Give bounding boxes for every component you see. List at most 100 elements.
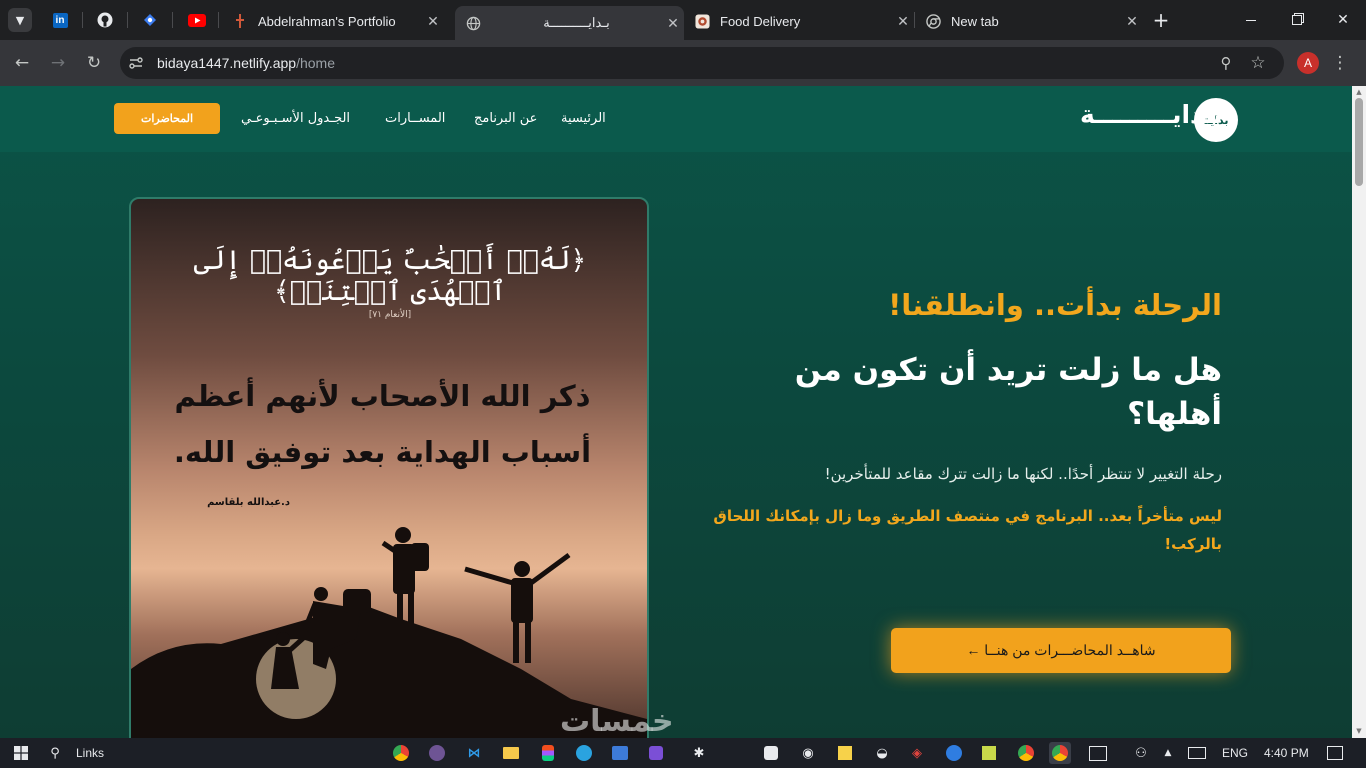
tab-separator bbox=[82, 12, 83, 28]
poster-body-text: ذكر الله الأصحاب لأنهم أعظم أسباب الهداي… bbox=[173, 379, 592, 469]
nav-link-home[interactable]: الرئيسية bbox=[561, 111, 606, 126]
taskbar-app[interactable] bbox=[609, 742, 631, 764]
taskbar-app[interactable] bbox=[760, 742, 782, 764]
app-icon bbox=[764, 746, 778, 760]
site-info-icon[interactable] bbox=[128, 55, 146, 71]
tab-bidaya[interactable]: بـدايــــــــــة ✕ bbox=[455, 6, 684, 40]
poster-verse: ﴿لَهُۥٓ أَصۡحَٰبٌ يَدۡعُونَهُۥٓ إِلَى ٱل… bbox=[193, 245, 587, 307]
taskbar-figma[interactable] bbox=[537, 742, 559, 764]
minimize-button[interactable] bbox=[1228, 6, 1274, 34]
youtube-icon bbox=[188, 13, 206, 27]
chrome-icon bbox=[393, 745, 409, 761]
pinned-tab-youtube[interactable] bbox=[184, 8, 210, 32]
tab-food-delivery[interactable]: Food Delivery ✕ bbox=[684, 6, 914, 36]
hero-highlight: ليس متأخراً بعد.. البرنامج في منتصف الطر… bbox=[713, 507, 1222, 553]
url-text[interactable]: bidaya1447.netlify.app/home bbox=[157, 55, 335, 71]
watch-lectures-button[interactable]: شاهــد المحاضـــرات من هنــا ← bbox=[891, 628, 1231, 673]
url-host: bidaya1447.netlify.app bbox=[157, 55, 297, 71]
star-icon: ☆ bbox=[1250, 53, 1266, 73]
people-button[interactable]: ⚇ bbox=[1130, 742, 1152, 764]
lectures-nav-button[interactable]: المحاضرات bbox=[114, 103, 220, 134]
github-icon bbox=[429, 745, 445, 761]
tray-overflow-button[interactable]: ▲ bbox=[1157, 742, 1179, 764]
taskbar-app[interactable] bbox=[978, 742, 1000, 764]
taskbar-app[interactable] bbox=[943, 742, 965, 764]
taskbar-app[interactable]: ◈ bbox=[906, 742, 928, 764]
new-tab-button[interactable]: + bbox=[1143, 6, 1179, 34]
url-path: /home bbox=[296, 55, 335, 71]
taskbar-search-button[interactable]: ⚲ bbox=[44, 742, 66, 764]
tab-search-button[interactable]: ▼ bbox=[8, 8, 32, 32]
back-button[interactable]: ← bbox=[8, 49, 36, 77]
taskbar-sticky-notes[interactable] bbox=[834, 742, 856, 764]
bug-icon: ✱ bbox=[693, 745, 705, 761]
tab-portfolio[interactable]: Abdelrahman's Portfolio ✕ bbox=[222, 6, 444, 36]
close-window-button[interactable]: ✕ bbox=[1320, 6, 1366, 34]
language-indicator[interactable]: ENG bbox=[1222, 746, 1248, 760]
taskbar-app[interactable]: ◉ bbox=[797, 742, 819, 764]
tab-separator bbox=[172, 12, 173, 28]
app-icon: ◒ bbox=[876, 745, 888, 761]
windows-icon bbox=[14, 746, 28, 760]
reload-icon: ↻ bbox=[86, 53, 102, 73]
taskbar-telegram[interactable] bbox=[573, 742, 595, 764]
browser-menu-button[interactable]: ⋮ bbox=[1326, 49, 1354, 77]
taskbar-chrome-2[interactable] bbox=[1015, 742, 1037, 764]
search-icon: ⚲ bbox=[50, 745, 60, 761]
notification-icon bbox=[1327, 746, 1343, 760]
poster-signature: د.عبدالله بلقاسم bbox=[207, 497, 290, 508]
close-icon[interactable]: ✕ bbox=[892, 13, 914, 30]
taskbar-chrome[interactable] bbox=[390, 742, 412, 764]
close-icon[interactable]: ✕ bbox=[422, 13, 444, 30]
taskbar-app[interactable]: ✱ bbox=[688, 742, 710, 764]
back-arrow-icon: ← bbox=[14, 53, 30, 73]
vscode-icon: ⋈ bbox=[467, 745, 481, 761]
app-icon bbox=[542, 745, 554, 761]
hero-paragraph: رحلة التغيير لا تنتظر أحدًا.. لكنها ما ز… bbox=[824, 465, 1222, 483]
scroll-down-icon[interactable]: ▼ bbox=[1354, 727, 1364, 737]
taskbar-clock[interactable]: 4:40 PM bbox=[1264, 746, 1309, 760]
pinned-tab-code[interactable] bbox=[137, 8, 163, 32]
close-icon[interactable]: ✕ bbox=[1121, 13, 1143, 30]
restore-icon bbox=[1292, 15, 1302, 25]
taskbar-chrome-active[interactable] bbox=[1049, 742, 1071, 764]
close-icon[interactable]: ✕ bbox=[662, 15, 684, 32]
taskbar-github-desktop[interactable] bbox=[426, 742, 448, 764]
keyboard-button[interactable] bbox=[1186, 742, 1208, 764]
restore-button[interactable] bbox=[1274, 6, 1320, 34]
taskbar-photos[interactable] bbox=[1087, 742, 1109, 764]
bookmark-button[interactable]: ☆ bbox=[1244, 49, 1272, 77]
close-icon: ✕ bbox=[1337, 12, 1349, 28]
app-icon bbox=[946, 745, 962, 761]
linkedin-icon: in bbox=[52, 12, 68, 28]
nav-link-tracks[interactable]: المســارات bbox=[385, 111, 445, 126]
forward-button[interactable]: → bbox=[44, 49, 72, 77]
scroll-up-icon[interactable]: ▲ bbox=[1354, 88, 1364, 98]
app-icon: ◈ bbox=[912, 745, 922, 761]
taskbar-links-label[interactable]: Links bbox=[76, 746, 104, 760]
people-icon: ⚇ bbox=[1135, 745, 1147, 761]
pinned-tab-github[interactable] bbox=[92, 8, 118, 32]
reload-button[interactable]: ↻ bbox=[80, 49, 108, 77]
profile-avatar[interactable]: A bbox=[1297, 52, 1319, 74]
more-vert-icon: ⋮ bbox=[1331, 53, 1349, 73]
start-button[interactable] bbox=[10, 742, 32, 764]
minimize-icon bbox=[1246, 19, 1256, 21]
app-icon bbox=[612, 746, 628, 760]
notifications-button[interactable] bbox=[1324, 742, 1346, 764]
scrollbar-thumb[interactable] bbox=[1355, 98, 1363, 186]
poster-reference: [الأنعام ٧١] bbox=[368, 310, 412, 320]
nav-link-about[interactable]: عن البرنامج bbox=[474, 111, 537, 126]
pinned-tab-linkedin[interactable]: in bbox=[47, 8, 73, 32]
taskbar-app[interactable] bbox=[645, 742, 667, 764]
site-logo-text[interactable]: بـدايـــــــــة bbox=[1080, 100, 1222, 129]
taskbar-vscode[interactable]: ⋈ bbox=[463, 742, 485, 764]
zoom-button[interactable]: ⚲ bbox=[1212, 49, 1240, 77]
cat-icon: ◉ bbox=[802, 745, 814, 761]
telegram-icon bbox=[576, 745, 592, 761]
nav-link-schedule[interactable]: الجـدول الأسـبـوعـي bbox=[241, 111, 350, 126]
tab-new-tab[interactable]: New tab ✕ bbox=[915, 6, 1143, 36]
taskbar-file-explorer[interactable] bbox=[500, 742, 522, 764]
food-icon bbox=[694, 13, 710, 29]
taskbar-app[interactable]: ◒ bbox=[871, 742, 893, 764]
